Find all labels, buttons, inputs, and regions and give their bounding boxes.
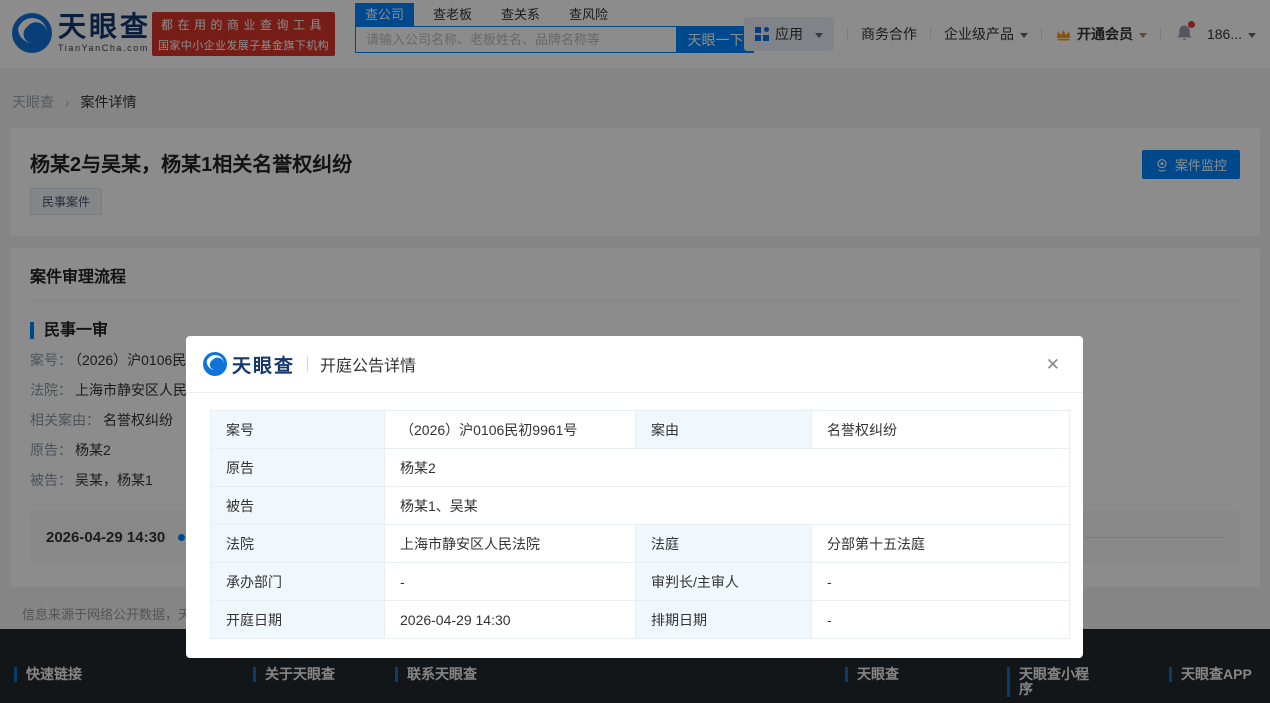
cell-value: 名誉权纠纷 (812, 411, 1070, 449)
cell-label: 案由 (636, 411, 812, 449)
modal-title: 开庭公告详情 (320, 352, 416, 376)
modal-brand-name: 天眼查 (232, 351, 295, 378)
cell-label: 审判长/主审人 (636, 563, 812, 601)
cell-label: 被告 (211, 487, 385, 525)
cell-value: 上海市静安区人民法院 (385, 525, 636, 563)
cell-value: （2026）沪0106民初9961号 (385, 411, 636, 449)
cell-label: 承办部门 (211, 563, 385, 601)
cell-value: - (812, 601, 1070, 639)
cell-label: 原告 (211, 449, 385, 487)
hearing-detail-table: 案号 （2026）沪0106民初9961号 案由 名誉权纠纷 原告 杨某2 被告… (210, 410, 1070, 639)
table-row: 案号 （2026）沪0106民初9961号 案由 名誉权纠纷 (211, 411, 1070, 449)
cell-value: 分部第十五法庭 (812, 525, 1070, 563)
cell-value: 2026-04-29 14:30 (385, 601, 636, 639)
cell-label: 开庭日期 (211, 601, 385, 639)
modal-body: 案号 （2026）沪0106民初9961号 案由 名誉权纠纷 原告 杨某2 被告… (186, 393, 1083, 639)
cell-value: - (385, 563, 636, 601)
hearing-announcement-modal: 天眼查 开庭公告详情 ✕ 案号 （2026）沪0106民初9961号 案由 名誉… (186, 336, 1083, 658)
cell-label: 排期日期 (636, 601, 812, 639)
table-row: 被告 杨某1、吴某 (211, 487, 1070, 525)
cell-value: 杨某2 (385, 449, 1070, 487)
table-row: 开庭日期 2026-04-29 14:30 排期日期 - (211, 601, 1070, 639)
table-row: 承办部门 - 审判长/主审人 - (211, 563, 1070, 601)
modal-header: 天眼查 开庭公告详情 ✕ (186, 336, 1083, 393)
modal-header-divider (307, 356, 308, 372)
cell-value: 杨某1、吴某 (385, 487, 1070, 525)
cell-label: 案号 (211, 411, 385, 449)
tianyancha-swirl-icon (203, 352, 227, 376)
cell-label: 法院 (211, 525, 385, 563)
cell-value: - (812, 563, 1070, 601)
close-icon[interactable]: ✕ (1040, 352, 1066, 377)
table-row: 原告 杨某2 (211, 449, 1070, 487)
table-row: 法院 上海市静安区人民法院 法庭 分部第十五法庭 (211, 525, 1070, 563)
cell-label: 法庭 (636, 525, 812, 563)
